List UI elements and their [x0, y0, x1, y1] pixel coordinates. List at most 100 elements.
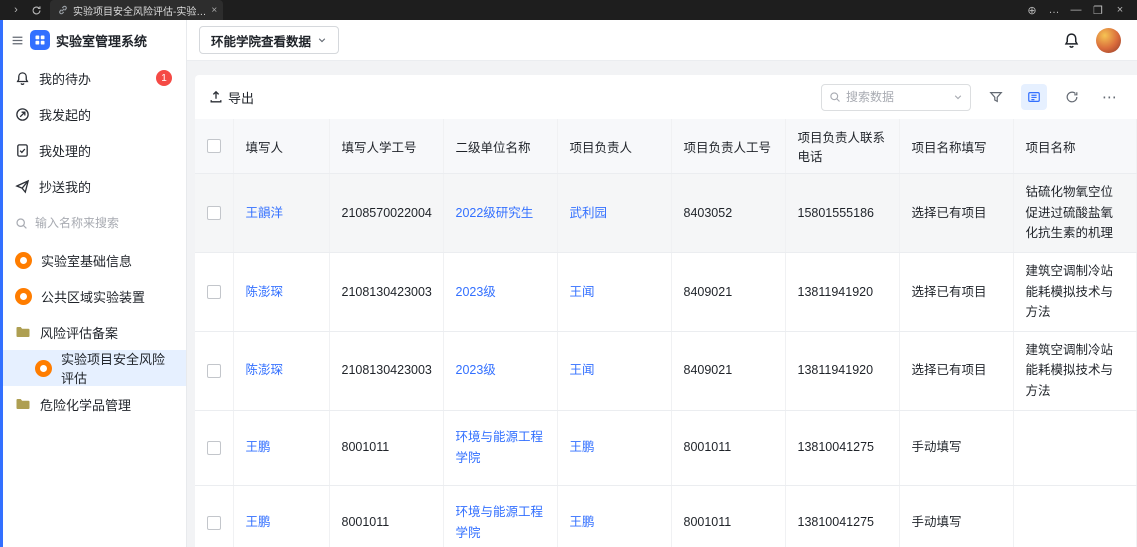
search-icon — [15, 217, 28, 230]
cell-filler-id: 2108570022004 — [329, 174, 443, 253]
link-favicon-icon — [58, 5, 68, 15]
browser-tab[interactable]: 实验项目安全风险评估-实验… × — [50, 0, 223, 20]
column-header[interactable]: 填写人学工号 — [329, 119, 443, 174]
cell-leader-name[interactable]: 王闻 — [557, 252, 671, 331]
sidebar-item-risk-assessment-filing[interactable]: 风险评估备案 — [3, 314, 186, 350]
table-row[interactable]: 陈澎琛 2108130423003 2023级 王闻 8409021 13811… — [195, 252, 1137, 331]
sidebar-item-label: 危险化学品管理 — [40, 395, 131, 414]
window-restore-button[interactable]: ❐ — [1087, 0, 1109, 20]
sidebar-search-input[interactable] — [35, 216, 155, 230]
column-header[interactable]: 项目负责人工号 — [671, 119, 785, 174]
sidebar-item-label: 公共区域实验装置 — [41, 287, 145, 306]
sidebar-item-project-safety-risk-assessment[interactable]: 实验项目安全风险评估 — [3, 350, 186, 386]
cell-leader-id: 8403052 — [671, 174, 785, 253]
app-logo — [30, 30, 50, 50]
export-icon — [209, 90, 223, 104]
filter-icon[interactable] — [983, 84, 1009, 110]
browser-menu-icon[interactable]: … — [1043, 0, 1065, 20]
sidebar-item-label: 我发起的 — [39, 105, 91, 124]
todo-count-badge: 1 — [156, 70, 172, 86]
refresh-icon[interactable] — [1059, 84, 1085, 110]
window-minimize-button[interactable]: — — [1065, 0, 1087, 20]
sidebar-collapse-icon[interactable] — [11, 34, 24, 47]
cell-project-name: 建筑空调制冷站能耗模拟技术与方法 — [1013, 252, 1137, 331]
cell-filler-name[interactable]: 王韻洋 — [233, 174, 329, 253]
cell-filler-id: 2108130423003 — [329, 331, 443, 410]
sidebar-item-public-area-devices[interactable]: 公共区域实验装置 — [3, 278, 186, 314]
cell-leader-id: 8001011 — [671, 485, 785, 547]
project-risk-assessment-icon — [35, 360, 52, 377]
table-row[interactable]: 王鹏 8001011 环境与能源工程学院 王鹏 8001011 13810041… — [195, 410, 1137, 485]
send-circle-icon — [15, 107, 30, 122]
cell-project-name — [1013, 410, 1137, 485]
sidebar-item-lab-basic-info[interactable]: 实验室基础信息 — [3, 242, 186, 278]
browser-globe-icon[interactable]: ⊕ — [1021, 0, 1043, 20]
chevron-down-icon[interactable] — [953, 92, 963, 102]
cell-leader-name[interactable]: 王鹏 — [557, 410, 671, 485]
cell-leader-id: 8409021 — [671, 331, 785, 410]
cell-leader-name[interactable]: 王鹏 — [557, 485, 671, 547]
cell-filler-id: 8001011 — [329, 485, 443, 547]
cell-filler-name[interactable]: 陈澎琛 — [233, 331, 329, 410]
column-settings-icon[interactable] — [1021, 84, 1047, 110]
sidebar-item-initiated-by-me[interactable]: 我发起的 — [3, 96, 186, 132]
column-header[interactable]: 二级单位名称 — [443, 119, 557, 174]
column-header[interactable]: 填写人 — [233, 119, 329, 174]
cell-filler-name[interactable]: 王鹏 — [233, 485, 329, 547]
window-close-button[interactable]: × — [1109, 0, 1131, 20]
browser-tab-title: 实验项目安全风险评估-实验… — [73, 3, 206, 18]
table-row[interactable]: 王鹏 8001011 环境与能源工程学院 王鹏 8001011 13810041… — [195, 485, 1137, 547]
export-button[interactable]: 导出 — [209, 88, 254, 107]
notification-bell-icon[interactable] — [1063, 32, 1080, 49]
cell-unit-name[interactable]: 2023级 — [443, 252, 557, 331]
row-checkbox[interactable] — [207, 206, 221, 220]
column-header[interactable]: 项目名称填写 — [899, 119, 1013, 174]
sidebar-item-label: 实验项目安全风险评估 — [61, 349, 174, 387]
column-header[interactable]: 项目负责人联系电话 — [785, 119, 899, 174]
table-toolbar: 导出 — [195, 75, 1137, 119]
sidebar-search — [3, 204, 186, 242]
data-table-card: 导出 — [195, 75, 1137, 547]
cell-leader-name[interactable]: 武利园 — [557, 174, 671, 253]
cell-unit-name[interactable]: 环境与能源工程学院 — [443, 410, 557, 485]
scope-selector-button[interactable]: 环能学院查看数据 — [199, 26, 339, 54]
sidebar-item-my-todo[interactable]: 我的待办 1 — [3, 60, 186, 96]
browser-titlebar: › 实验项目安全风险评估-实验… × ⊕ … — ❐ × — [0, 0, 1137, 20]
tab-close-icon[interactable]: × — [211, 5, 217, 16]
sidebar-item-hazardous-chemicals[interactable]: 危险化学品管理 — [3, 386, 186, 422]
cell-name-mode: 选择已有项目 — [899, 252, 1013, 331]
table-search-box — [821, 84, 971, 111]
cell-leader-id: 8409021 — [671, 252, 785, 331]
sidebar-header: 实验室管理系统 — [3, 20, 186, 60]
document-check-icon — [15, 143, 30, 158]
table-search-input[interactable] — [846, 90, 948, 104]
main-header: 环能学院查看数据 — [187, 20, 1137, 61]
cell-unit-name[interactable]: 2022级研究生 — [443, 174, 557, 253]
public-area-devices-icon — [15, 288, 32, 305]
cell-leader-name[interactable]: 王闻 — [557, 331, 671, 410]
more-actions-icon[interactable]: ⋯ — [1097, 84, 1123, 110]
row-checkbox[interactable] — [207, 364, 221, 378]
row-checkbox[interactable] — [207, 516, 221, 530]
export-label: 导出 — [228, 88, 254, 107]
browser-refresh-icon[interactable] — [26, 0, 46, 20]
user-avatar[interactable] — [1096, 28, 1121, 53]
sidebar-item-cc-to-me[interactable]: 抄送我的 — [3, 168, 186, 204]
select-all-checkbox[interactable] — [207, 139, 221, 153]
sidebar-item-handled-by-me[interactable]: 我处理的 — [3, 132, 186, 168]
table-row[interactable]: 王韻洋 2108570022004 2022级研究生 武利园 8403052 1… — [195, 174, 1137, 253]
row-checkbox[interactable] — [207, 441, 221, 455]
column-header[interactable]: 项目负责人 — [557, 119, 671, 174]
chevron-down-icon — [317, 35, 327, 45]
browser-forward-button[interactable]: › — [6, 0, 26, 20]
row-checkbox[interactable] — [207, 285, 221, 299]
cell-leader-phone: 13811941920 — [785, 252, 899, 331]
cell-unit-name[interactable]: 2023级 — [443, 331, 557, 410]
column-header[interactable]: 项目名称 — [1013, 119, 1137, 174]
cell-filler-name[interactable]: 王鹏 — [233, 410, 329, 485]
cell-filler-name[interactable]: 陈澎琛 — [233, 252, 329, 331]
cell-unit-name[interactable]: 环境与能源工程学院 — [443, 485, 557, 547]
table-row[interactable]: 陈澎琛 2108130423003 2023级 王闻 8409021 13811… — [195, 331, 1137, 410]
table-wrap: 填写人 填写人学工号 二级单位名称 项目负责人 项目负责人工号 项目负责人联系电… — [195, 119, 1137, 547]
sidebar-item-label: 风险评估备案 — [40, 323, 118, 342]
